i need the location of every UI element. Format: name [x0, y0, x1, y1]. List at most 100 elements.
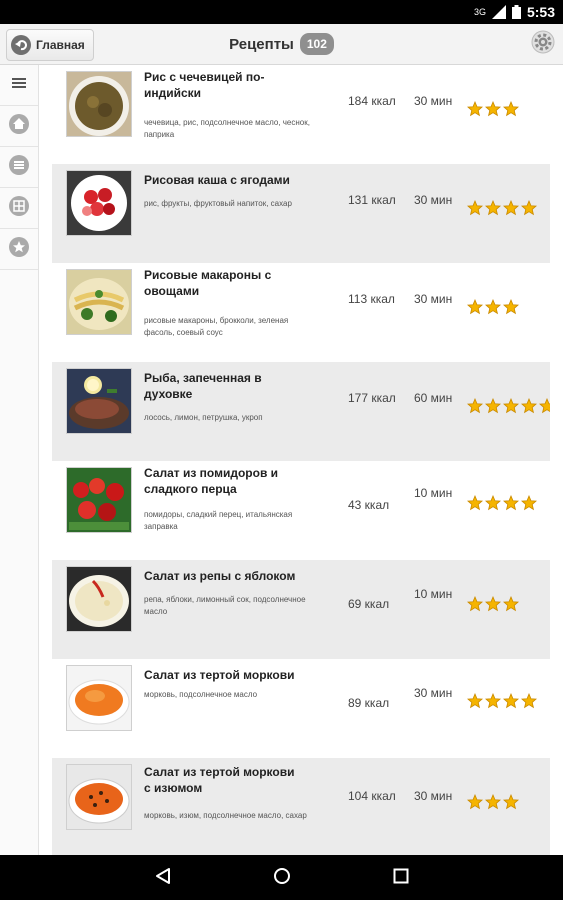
rating-star-icon [503, 398, 519, 414]
rating-star-icon [467, 398, 483, 414]
recipe-thumbnail [66, 566, 132, 632]
recipe-list: Рис с чечевицей по-индийски чечевица, ри… [52, 65, 550, 855]
recipe-row[interactable]: Рисовая каша с ягодами рис, фрукты, фрук… [52, 164, 550, 263]
rating-star-icon [521, 200, 537, 216]
recipe-ingredients: чечевица, рис, подсолнечное масло, чесно… [144, 118, 310, 139]
recipe-calories: 89 ккал [348, 696, 390, 710]
recipe-name: Рисовые макароны с овощами [144, 268, 272, 298]
recipe-thumbnail [66, 368, 132, 434]
rating-star-icon [503, 794, 519, 810]
rating-star-icon [485, 398, 501, 414]
recipe-rating [467, 398, 550, 414]
rating-star-icon [503, 693, 519, 709]
recipe-thumbnail [66, 71, 132, 137]
recipe-thumbnail [66, 665, 132, 731]
recipe-count-badge: 102 [299, 33, 334, 55]
recipe-ingredients: морковь, изюм, подсолнечное масло, сахар [144, 811, 307, 820]
settings-button[interactable] [529, 30, 557, 58]
home-icon [9, 113, 29, 139]
recipe-calories: 113 ккал [348, 292, 395, 306]
recipe-time: 10 мин [414, 486, 453, 500]
recipe-row[interactable]: Рыба, запеченная в духовке лосось, лимон… [52, 362, 550, 461]
menu-icon [12, 76, 26, 94]
back-nav-button[interactable] [152, 867, 174, 889]
rating-star-icon [467, 794, 483, 810]
recipe-ingredients: рис, фрукты, фруктовый напиток, сахар [144, 199, 292, 208]
recipe-rating [467, 495, 537, 511]
rating-star-icon [539, 398, 550, 414]
recipe-calories: 184 ккал [348, 94, 396, 108]
recipe-rating [467, 596, 519, 612]
recipe-name: Салат из тертой моркови с изюмом [144, 765, 295, 795]
recipe-rating [467, 101, 519, 117]
back-triangle-icon [154, 867, 172, 890]
recipe-name: Салат из репы с яблоком [144, 569, 296, 583]
recipe-rating [467, 200, 537, 216]
recipe-row[interactable]: Салат из репы с яблоком репа, яблоки, ли… [52, 560, 550, 659]
rating-star-icon [503, 200, 519, 216]
star-icon [9, 236, 29, 262]
recipe-time: 60 мин [414, 391, 453, 405]
home-button[interactable]: Главная [6, 29, 94, 61]
rating-star-icon [485, 693, 501, 709]
recipe-name: Салат из помидоров и сладкого перца [144, 466, 279, 496]
recipe-row[interactable]: Салат из тертой моркови с изюмом морковь… [52, 758, 550, 855]
signal-icon [491, 5, 506, 19]
recipe-thumbnail [66, 170, 132, 236]
rating-star-icon [467, 101, 483, 117]
action-bar: Рецепты 102 Главная [0, 24, 563, 65]
recipe-rating [467, 693, 537, 709]
home-nav-button[interactable] [271, 867, 293, 889]
recipe-time: 30 мин [414, 789, 453, 803]
recipe-time: 10 мин [414, 587, 453, 601]
rating-star-icon [467, 200, 483, 216]
rating-star-icon [485, 101, 501, 117]
recipe-rating [467, 299, 519, 315]
sidebar-item-home[interactable] [0, 106, 38, 147]
rating-star-icon [485, 200, 501, 216]
recipe-ingredients: морковь, подсолнечное масло [144, 690, 258, 699]
navigation-bar [0, 855, 563, 900]
recipe-name: Рисовая каша с ягодами [144, 173, 290, 187]
recipe-thumbnail [66, 269, 132, 335]
recipe-thumbnail [66, 764, 132, 830]
recipe-calories: 104 ккал [348, 789, 396, 803]
recipe-rating [467, 794, 519, 810]
recipe-time: 30 мин [414, 193, 453, 207]
rating-star-icon [467, 596, 483, 612]
recipe-ingredients: рисовые макароны, брокколи, зеленая фасо… [144, 316, 289, 337]
rating-star-icon [485, 299, 501, 315]
recipe-row[interactable]: Салат из помидоров и сладкого перца поми… [52, 461, 550, 560]
battery-icon [511, 5, 521, 19]
rating-star-icon [521, 495, 537, 511]
recipe-time: 30 мин [414, 292, 453, 306]
rating-star-icon [503, 596, 519, 612]
recipe-name: Салат из тертой моркови [144, 668, 295, 682]
recipe-time: 30 мин [414, 94, 453, 108]
sidebar-item-grid[interactable] [0, 188, 38, 229]
recipe-row[interactable]: Рис с чечевицей по-индийски чечевица, ри… [52, 65, 550, 164]
sidebar [0, 65, 39, 855]
recipe-ingredients: репа, яблоки, лимонный сок, подсолнечное… [144, 595, 306, 616]
home-button-label: Главная [36, 38, 85, 52]
sidebar-item-menu[interactable] [0, 65, 38, 106]
network-type-label: 3G [473, 7, 486, 17]
recipe-row[interactable]: Салат из тертой моркови морковь, подсолн… [52, 659, 550, 758]
recipe-calories: 43 ккал [348, 498, 390, 512]
status-bar: 3G 5:53 [0, 0, 563, 24]
recipe-thumbnail [66, 467, 132, 533]
recents-nav-button[interactable] [390, 867, 412, 889]
recipe-calories: 69 ккал [348, 597, 390, 611]
sidebar-item-list[interactable] [0, 147, 38, 188]
list-icon [9, 154, 29, 180]
status-icons: 3G 5:53 [474, 4, 555, 20]
sidebar-item-favorites[interactable] [0, 229, 38, 270]
rating-star-icon [467, 495, 483, 511]
back-arrow-icon [11, 35, 31, 55]
rating-star-icon [521, 693, 537, 709]
recipe-ingredients: помидоры, сладкий перец, итальянская зап… [144, 510, 293, 531]
grid-icon [9, 195, 29, 221]
recipe-ingredients: лосось, лимон, петрушка, укроп [144, 413, 263, 422]
recipe-calories: 177 ккал [348, 391, 396, 405]
recipe-row[interactable]: Рисовые макароны с овощами рисовые макар… [52, 263, 550, 362]
